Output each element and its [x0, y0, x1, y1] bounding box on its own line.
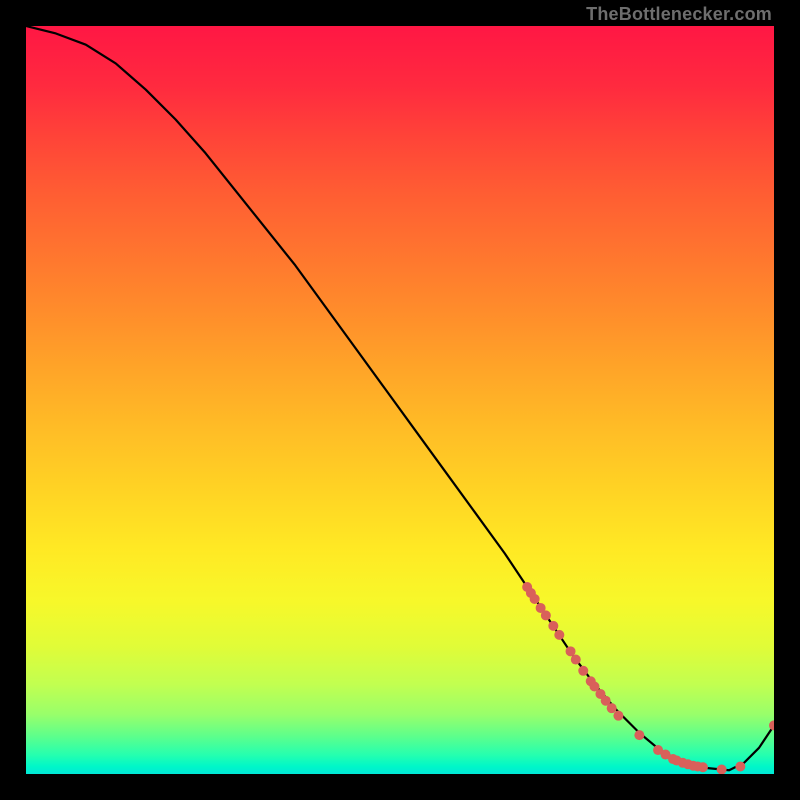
data-markers [522, 582, 774, 774]
data-point [566, 646, 576, 656]
data-point [769, 720, 774, 730]
data-point [613, 711, 623, 721]
data-point [607, 703, 617, 713]
data-point [571, 655, 581, 665]
data-point [698, 762, 708, 772]
data-point [554, 630, 564, 640]
data-point [548, 621, 558, 631]
watermark-text: TheBottlenecker.com [586, 4, 772, 25]
chart-container: TheBottlenecker.com [0, 0, 800, 800]
chart-svg [26, 26, 774, 774]
data-point [717, 765, 727, 774]
data-point [541, 610, 551, 620]
data-point [578, 666, 588, 676]
data-point [634, 730, 644, 740]
data-point [530, 594, 540, 604]
bottleneck-curve [26, 26, 774, 770]
plot-area [26, 26, 774, 774]
data-point [735, 762, 745, 772]
